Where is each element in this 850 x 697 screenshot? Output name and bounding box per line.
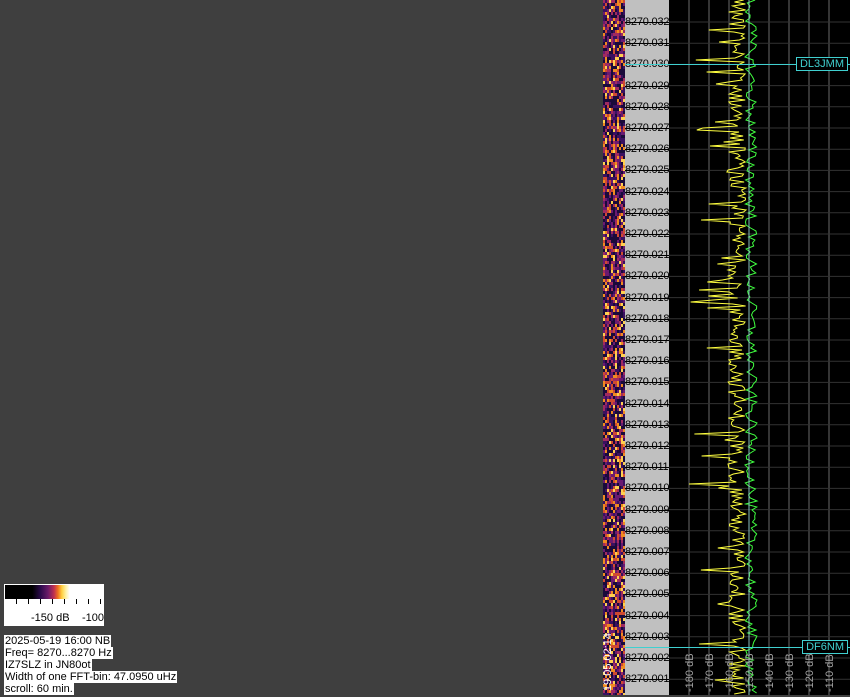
- marker-callsign[interactable]: DL3JMM: [795, 57, 848, 71]
- frequency-label: 8270.028: [625, 101, 670, 113]
- frequency-label: 8270.026: [625, 143, 670, 155]
- waterfall-display[interactable]: [603, 0, 625, 695]
- frequency-label: 8270.024: [625, 186, 670, 198]
- legend-low-label: -150 dB: [31, 612, 70, 624]
- frequency-label: 8270.006: [625, 567, 670, 579]
- frequency-label: 8270.019: [625, 292, 670, 304]
- frequency-label: 8270.011: [625, 461, 669, 473]
- color-scale-bar: [5, 585, 103, 599]
- frequency-label: 8270.014: [625, 398, 670, 410]
- db-label: -120 dB: [804, 653, 816, 692]
- waterfall-time-label: 19.05 02:14: [602, 632, 615, 692]
- frequency-label: 8270.003: [625, 631, 670, 643]
- frequency-label: 8270.029: [625, 80, 670, 92]
- legend-high-label: -100: [82, 612, 105, 624]
- frequency-label: 8270.005: [625, 588, 670, 600]
- db-label: -170 dB: [704, 653, 716, 692]
- frequency-label: 8270.009: [625, 504, 670, 516]
- frequency-label: 8270.018: [625, 313, 670, 325]
- frequency-label: 8270.021: [625, 249, 670, 261]
- db-label: -160 dB: [724, 653, 736, 692]
- frequency-label: 8270.004: [625, 610, 670, 622]
- waterfall-image: [603, 0, 625, 695]
- info-scroll: scroll: 60 min.: [4, 683, 74, 695]
- frequency-label: 8270.015: [625, 376, 670, 388]
- info-panel: 2025-05-19 16:00 NB Freq= 8270...8270 Hz…: [4, 631, 178, 695]
- frequency-label: 8270.010: [625, 482, 670, 494]
- db-label: -140 dB: [764, 653, 776, 692]
- color-scale-legend: -150 dB -100: [4, 584, 104, 626]
- frequency-label: 8270.002: [625, 652, 670, 664]
- spectrum-plot[interactable]: -180 dB -170 dB -160 dB -150 dB -140 dB -130 …: [669, 0, 850, 695]
- frequency-label: 8270.007: [625, 546, 670, 558]
- frequency-label: 8270.008: [625, 525, 670, 537]
- frequency-label: 8270.012: [625, 440, 670, 452]
- frequency-label: 8270.013: [625, 419, 670, 431]
- frequency-label: 8270.023: [625, 207, 670, 219]
- frequency-label: 8270.016: [625, 355, 670, 367]
- spectrum-viewer: 19.05 02:14 8270.032 8270.031 8270.030 8270…: [0, 0, 850, 695]
- frequency-label: 8270.027: [625, 122, 670, 134]
- frequency-label: 8270.017: [625, 334, 670, 346]
- waterfall-timestamp: 19.05 02:14: [602, 630, 625, 695]
- frequency-label: 8270.032: [625, 16, 670, 28]
- frequency-label: 8270.025: [625, 164, 670, 176]
- db-label: -150 dB: [744, 653, 756, 692]
- frequency-label: 8270.020: [625, 270, 670, 282]
- peak-trace: [688, 0, 748, 695]
- frequency-axis: 8270.032 8270.031 8270.030 8270.029 8270.028…: [625, 0, 669, 695]
- db-label: -130 dB: [784, 653, 796, 692]
- db-label: -180 dB: [684, 653, 696, 692]
- spectrum-graph: -180 dB -170 dB -160 dB -150 dB -140 dB -130 …: [669, 0, 850, 695]
- frequency-label: 8270.022: [625, 228, 670, 240]
- frequency-label: 8270.031: [625, 37, 670, 49]
- frequency-label: 8270.001: [625, 673, 670, 685]
- marker-callsign[interactable]: DF6NM: [802, 640, 848, 654]
- average-trace: [743, 0, 759, 694]
- db-label: -110 dB: [824, 654, 836, 692]
